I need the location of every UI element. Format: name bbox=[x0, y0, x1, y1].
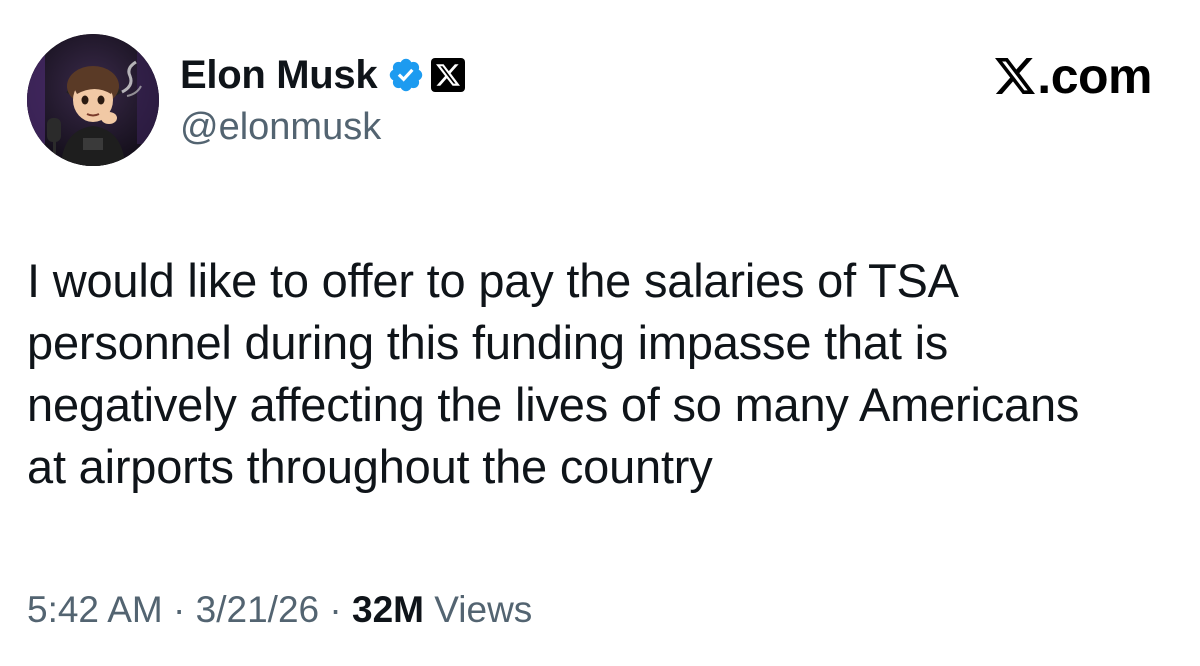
site-wordmark: .com bbox=[995, 50, 1152, 102]
tweet-text-line: negatively affecting the lives of so man… bbox=[27, 378, 1080, 431]
views-label: Views bbox=[434, 589, 533, 630]
tweet-text-line: I would like to offer to pay the salarie… bbox=[27, 254, 959, 307]
meta-separator: · bbox=[173, 589, 196, 630]
tweet-card: Elon Musk @elonmusk .com I would like to… bbox=[0, 0, 1200, 666]
views-count[interactable]: 32M bbox=[352, 589, 424, 630]
user-handle[interactable]: @elonmusk bbox=[180, 108, 465, 146]
name-row: Elon Musk bbox=[180, 50, 466, 100]
tweet-text-line: personnel during this funding impasse th… bbox=[27, 316, 949, 369]
profile-avatar[interactable] bbox=[27, 34, 159, 166]
author-block: Elon Musk @elonmusk bbox=[180, 50, 466, 146]
avatar-image bbox=[27, 34, 159, 166]
verified-badge-icon[interactable] bbox=[387, 56, 425, 94]
tweet-text: I would like to offer to pay the salarie… bbox=[27, 250, 1187, 498]
meta-separator: · bbox=[329, 589, 352, 630]
x-affiliate-badge-icon[interactable] bbox=[431, 58, 466, 92]
tweet-time[interactable]: 5:42 AM bbox=[27, 589, 163, 630]
tweet-text-line: at airports throughout the country bbox=[27, 440, 713, 493]
x-logo-icon bbox=[995, 58, 1036, 94]
tweet-meta: 5:42 AM · 3/21/26 · 32M Views bbox=[27, 588, 532, 632]
display-name[interactable]: Elon Musk bbox=[180, 55, 378, 95]
domain-text: .com bbox=[1037, 48, 1152, 104]
tweet-date[interactable]: 3/21/26 bbox=[196, 589, 319, 630]
